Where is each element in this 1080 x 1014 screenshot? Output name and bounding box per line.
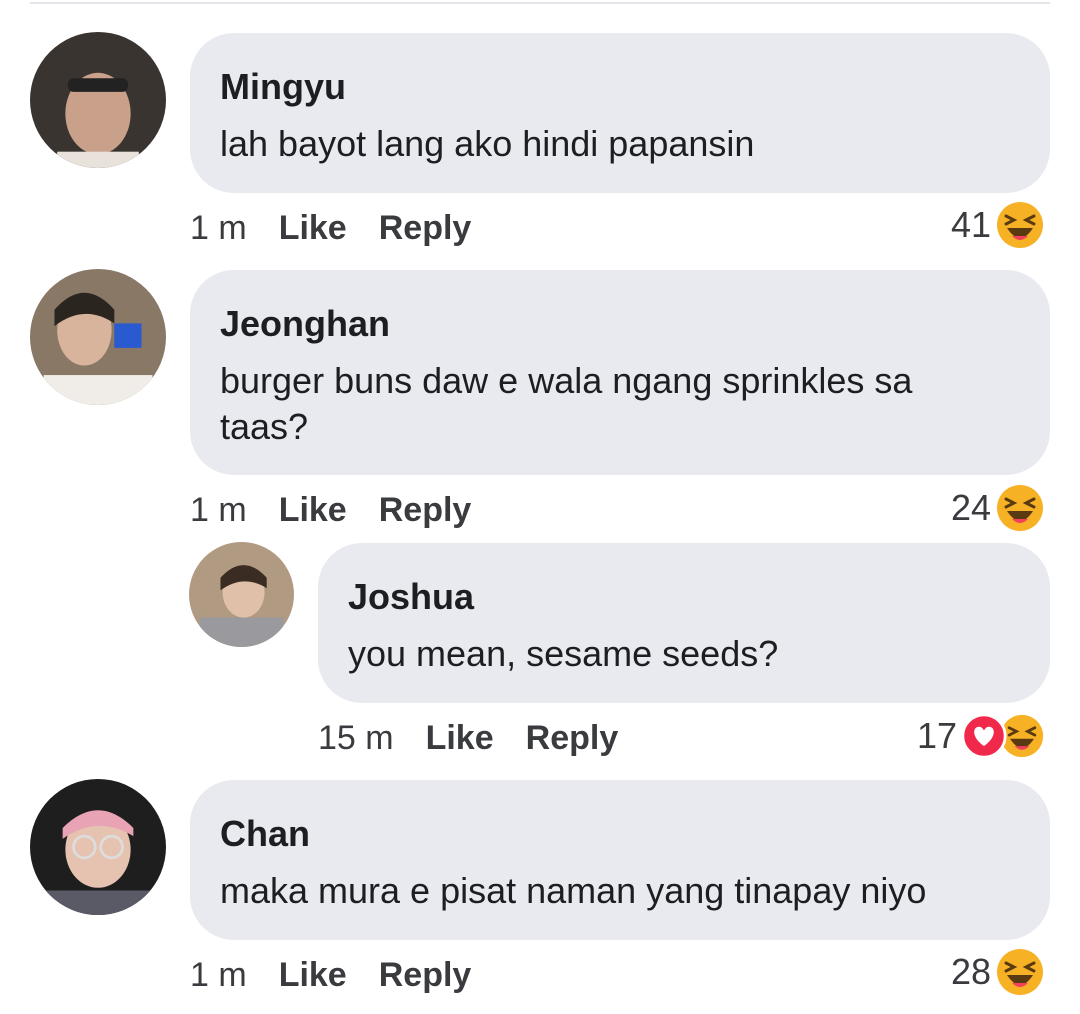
- reply-button[interactable]: Reply: [526, 719, 619, 758]
- haha-icon: [995, 483, 1045, 533]
- comment-time: 1 m: [190, 955, 247, 994]
- comment-actions: 1 m Like Reply: [190, 490, 471, 530]
- reaction-count: 28: [950, 951, 991, 992]
- reaction-summary[interactable]: 41: [951, 200, 1045, 250]
- commenter-name[interactable]: Jeonghan: [220, 304, 1020, 344]
- reaction-count: 17: [916, 715, 957, 756]
- reaction-count: 41: [950, 204, 991, 245]
- comment-time: 15 m: [318, 718, 394, 757]
- comment-time: 1 m: [190, 208, 247, 247]
- reply-button[interactable]: Reply: [379, 209, 472, 248]
- like-button[interactable]: Like: [279, 956, 347, 995]
- comment-actions: 1 m Like Reply: [190, 208, 471, 248]
- haha-icon: [995, 200, 1045, 250]
- comment-bubble: Jeonghan burger buns daw e wala ngang sp…: [190, 270, 1050, 475]
- love-icon: [961, 713, 1007, 759]
- reply-button[interactable]: Reply: [379, 491, 472, 530]
- comment-text: maka mura e pisat naman yang tinapay niy…: [220, 870, 927, 911]
- comment-text: burger buns daw e wala ngang sprinkles s…: [220, 360, 913, 447]
- reaction-summary[interactable]: 24: [951, 483, 1045, 533]
- like-button[interactable]: Like: [279, 491, 347, 530]
- reaction-summary[interactable]: 17: [917, 711, 1045, 761]
- haha-icon: [995, 947, 1045, 997]
- commenter-name[interactable]: Chan: [220, 814, 1020, 854]
- commenter-name[interactable]: Joshua: [348, 577, 1020, 617]
- comment-actions: 15 m Like Reply: [318, 718, 618, 758]
- commenter-name[interactable]: Mingyu: [220, 67, 1020, 107]
- comment-bubble: Chan maka mura e pisat naman yang tinapa…: [190, 780, 1050, 940]
- avatar-jeonghan[interactable]: [30, 269, 166, 405]
- comment-actions: 1 m Like Reply: [190, 955, 471, 995]
- comment-text: you mean, sesame seeds?: [348, 633, 779, 674]
- comment-time: 1 m: [190, 490, 247, 529]
- like-button[interactable]: Like: [426, 719, 494, 758]
- avatar-joshua[interactable]: [189, 542, 294, 647]
- avatar-chan[interactable]: [30, 779, 166, 915]
- comment-text: lah bayot lang ako hindi papansin: [220, 123, 755, 164]
- top-divider: [30, 2, 1050, 4]
- avatar-mingyu[interactable]: [30, 32, 166, 168]
- reaction-count: 24: [950, 487, 991, 528]
- reply-bubble: Joshua you mean, sesame seeds?: [318, 543, 1050, 703]
- reply-button[interactable]: Reply: [379, 956, 472, 995]
- comment-bubble: Mingyu lah bayot lang ako hindi papansin: [190, 33, 1050, 193]
- like-button[interactable]: Like: [279, 209, 347, 248]
- reaction-summary[interactable]: 28: [951, 947, 1045, 997]
